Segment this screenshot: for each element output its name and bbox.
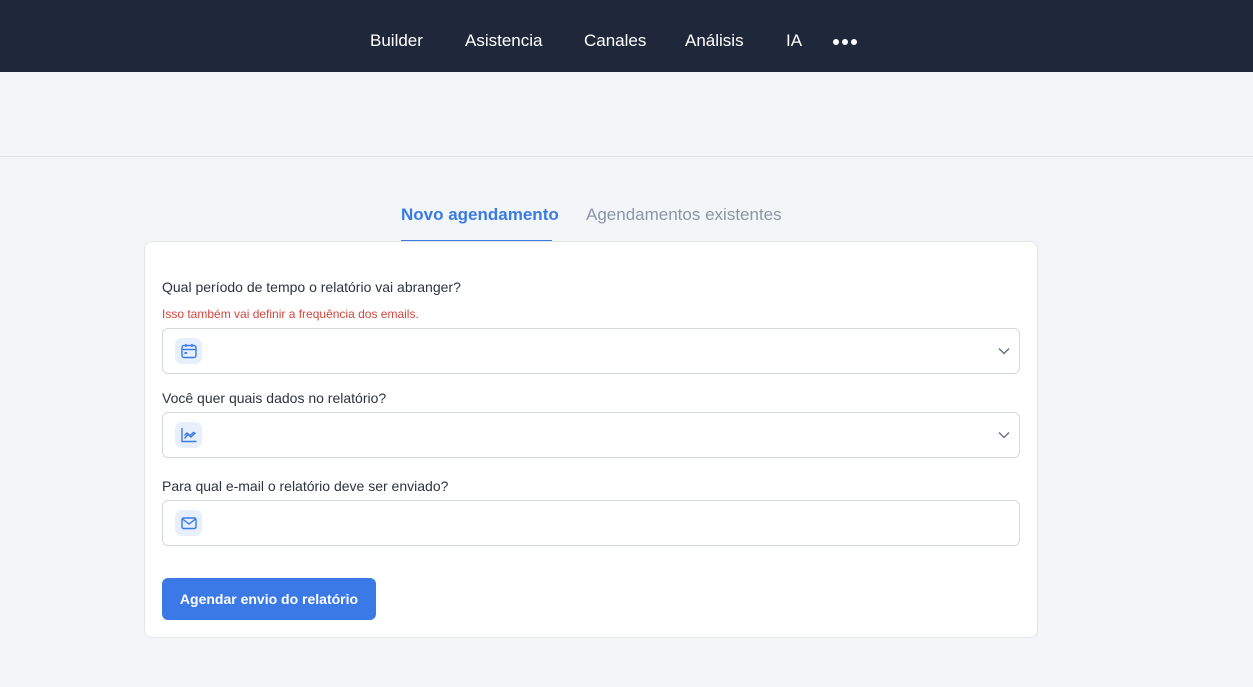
nav-item-analisis[interactable]: Análisis [685, 30, 744, 52]
nav-item-canales[interactable]: Canales [584, 30, 646, 52]
more-dots-icon[interactable] [833, 38, 857, 46]
data-label: Você quer quais dados no relatório? [162, 390, 387, 406]
nav-item-builder[interactable]: Builder [370, 30, 423, 52]
data-select[interactable] [162, 412, 1020, 458]
chevron-down-icon [997, 428, 1011, 442]
line-chart-icon [175, 422, 202, 448]
email-field[interactable] [162, 500, 1020, 546]
period-hint: Isso também vai definir a frequência dos… [162, 307, 419, 321]
calendar-icon [175, 338, 202, 364]
tab-novo-agendamento[interactable]: Novo agendamento [401, 204, 559, 242]
top-navbar: Builder Asistencia Canales Análisis IA [0, 0, 1253, 72]
schedule-form-card: Qual período de tempo o relatório vai ab… [144, 241, 1038, 638]
chevron-down-icon [997, 344, 1011, 358]
nav-item-asistencia[interactable]: Asistencia [465, 30, 542, 52]
nav-item-ia[interactable]: IA [786, 30, 802, 52]
period-label: Qual período de tempo o relatório vai ab… [162, 279, 461, 295]
schedule-report-button[interactable]: Agendar envio do relatório [162, 578, 376, 620]
email-input[interactable] [213, 501, 1003, 545]
mail-icon [175, 510, 202, 536]
header-divider [0, 156, 1253, 157]
period-select[interactable] [162, 328, 1020, 374]
tab-agendamentos-existentes[interactable]: Agendamentos existentes [586, 204, 782, 242]
email-label: Para qual e-mail o relatório deve ser en… [162, 478, 449, 494]
